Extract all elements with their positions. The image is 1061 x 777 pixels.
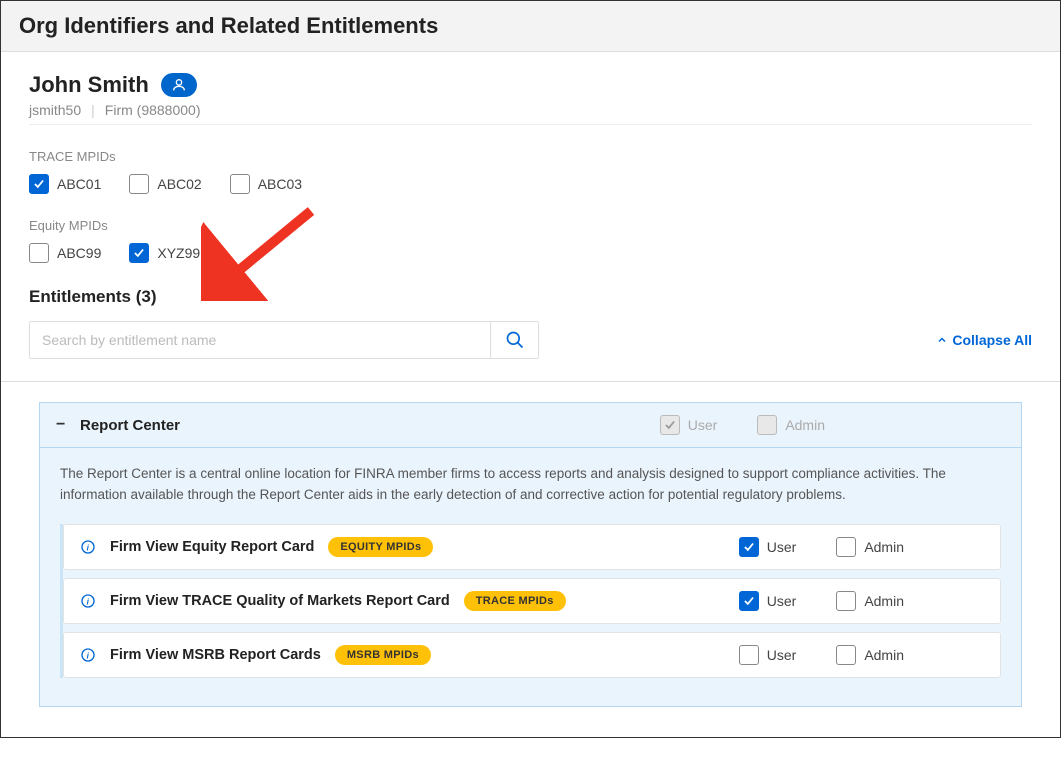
divider-line [29,124,1032,125]
checkbox-icon [836,645,856,665]
trace-mpids-row: ABC01 ABC02 ABC03 [29,174,1032,194]
entitlement-name: Firm View Equity Report Card [110,539,314,555]
search-input[interactable] [30,322,490,358]
admin-role-checkbox[interactable]: Admin [836,591,904,611]
trace-mpids-label: TRACE MPIDs [29,149,1032,164]
checkbox-icon [29,243,49,263]
entitlement-row: i Firm View TRACE Quality of Markets Rep… [63,578,1001,624]
role-label: User [688,417,718,433]
chevron-up-icon [936,334,948,346]
role-label: Admin [864,647,904,663]
person-icon [171,77,187,93]
role-label: User [767,647,797,663]
role-label: Admin [864,593,904,609]
checkbox-icon [739,537,759,557]
entitlement-name: Firm View TRACE Quality of Markets Repor… [110,593,450,609]
mpid-checkbox-xyz99[interactable]: XYZ99 [129,243,200,263]
mpid-badge: MSRB MPIDs [335,645,431,665]
panel-title: Report Center [80,417,180,434]
page-title: Org Identifiers and Related Entitlements [19,13,1042,39]
user-icon-badge [161,73,197,97]
mpid-code: ABC03 [258,176,302,192]
page-header: Org Identifiers and Related Entitlements [1,1,1060,52]
checkbox-icon [129,174,149,194]
mpid-checkbox-abc99[interactable]: ABC99 [29,243,101,263]
firm-label: Firm (9888000) [105,102,201,118]
admin-role-checkbox[interactable]: Admin [836,537,904,557]
checkbox-icon [757,415,777,435]
collapse-all-label: Collapse All [952,332,1032,348]
mpid-checkbox-abc02[interactable]: ABC02 [129,174,201,194]
checkbox-icon [739,645,759,665]
search-icon [505,330,525,350]
search-box [29,321,539,359]
divider: | [91,102,95,118]
equity-mpids-label: Equity MPIDs [29,218,1032,233]
panel-collapse-toggle[interactable]: − [56,416,68,434]
checkbox-icon [739,591,759,611]
info-icon[interactable]: i [80,593,96,609]
checkbox-icon [660,415,680,435]
role-label: Admin [864,539,904,555]
user-role-checkbox[interactable]: User [739,591,797,611]
collapse-all-link[interactable]: Collapse All [936,332,1032,348]
mpid-code: ABC01 [57,176,101,192]
user-role-checkbox[interactable]: User [739,537,797,557]
mpid-checkbox-abc03[interactable]: ABC03 [230,174,302,194]
info-icon[interactable]: i [80,647,96,663]
info-icon[interactable]: i [80,539,96,555]
checkbox-icon [836,537,856,557]
username: jsmith50 [29,102,81,118]
mpid-checkbox-abc01[interactable]: ABC01 [29,174,101,194]
entitlement-list: i Firm View Equity Report Card EQUITY MP… [60,524,1001,678]
entitlement-row: i Firm View MSRB Report Cards MSRB MPIDs… [63,632,1001,678]
mpid-code: ABC02 [157,176,201,192]
search-button[interactable] [490,322,538,358]
checkbox-icon [129,243,149,263]
role-label: Admin [785,417,825,433]
mpid-code: XYZ99 [157,245,200,261]
role-label: User [767,539,797,555]
user-role-checkbox[interactable]: User [739,645,797,665]
mpid-badge: TRACE MPIDs [464,591,566,611]
checkbox-icon [29,174,49,194]
svg-text:i: i [87,651,90,660]
entitlement-name: Firm View MSRB Report Cards [110,647,321,663]
role-label: User [767,593,797,609]
entitlements-heading: Entitlements (3) [29,287,1032,307]
panel-admin-role-header: Admin [757,415,825,435]
panel-user-role-header: User [660,415,718,435]
panel-header[interactable]: − Report Center User Admin [40,403,1021,448]
svg-text:i: i [87,597,90,606]
mpid-code: ABC99 [57,245,101,261]
entitlement-row: i Firm View Equity Report Card EQUITY MP… [63,524,1001,570]
checkbox-icon [230,174,250,194]
mpid-badge: EQUITY MPIDs [328,537,433,557]
checkbox-icon [836,591,856,611]
user-name: John Smith [29,72,149,98]
admin-role-checkbox[interactable]: Admin [836,645,904,665]
svg-text:i: i [87,543,90,552]
panel-description: The Report Center is a central online lo… [60,464,1001,506]
report-center-panel: − Report Center User Admin The [39,402,1022,707]
user-subheader: jsmith50 | Firm (9888000) [29,102,1032,118]
user-header: John Smith [29,72,1032,98]
equity-mpids-row: ABC99 XYZ99 [29,243,1032,263]
